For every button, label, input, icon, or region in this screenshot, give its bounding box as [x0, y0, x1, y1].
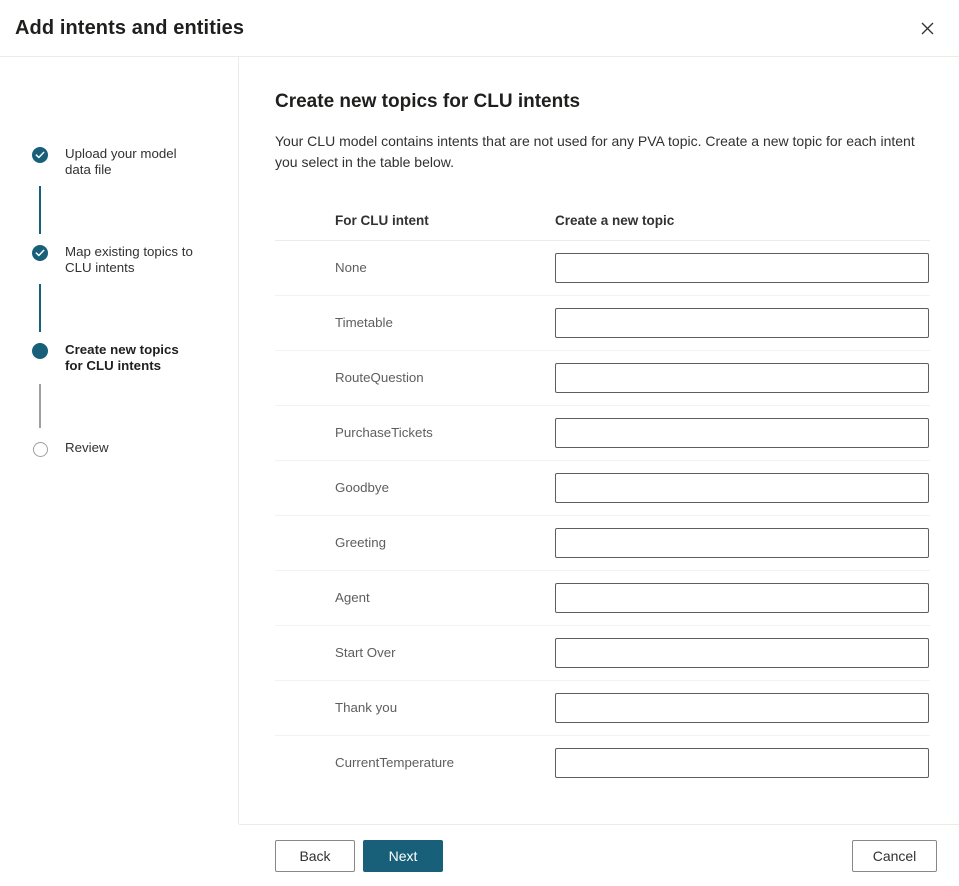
intent-name-cell: Thank you	[275, 680, 555, 735]
close-icon	[921, 22, 934, 35]
new-topic-cell	[555, 405, 930, 460]
intent-name-cell: Goodbye	[275, 460, 555, 515]
stepper-connector-3	[39, 384, 41, 428]
intent-name-cell: None	[275, 240, 555, 295]
dialog-header: Add intents and entities	[0, 0, 959, 57]
intents-table-head: For CLU intent Create a new topic	[275, 213, 930, 241]
new-topic-input[interactable]	[555, 583, 929, 613]
new-topic-cell	[555, 460, 930, 515]
table-header-row: For CLU intent Create a new topic	[275, 213, 930, 241]
empty-circle-icon	[31, 440, 49, 458]
table-row: Thank you	[275, 680, 930, 735]
table-row: Agent	[275, 570, 930, 625]
new-topic-cell	[555, 625, 930, 680]
table-row: Timetable	[275, 295, 930, 350]
intent-name-cell: RouteQuestion	[275, 350, 555, 405]
table-row: Greeting	[275, 515, 930, 570]
intents-table: For CLU intent Create a new topic None	[275, 213, 930, 791]
table-row: CurrentTemperature	[275, 735, 930, 790]
stepper-item-label: Review	[49, 439, 109, 456]
column-header-for-clu-intent: For CLU intent	[275, 213, 555, 241]
stepper-connector-1	[39, 186, 41, 234]
intents-table-body: None Timetable RouteQuesti	[275, 240, 930, 790]
back-button[interactable]: Back	[275, 840, 355, 872]
add-intents-entities-dialog: Add intents and entities Uplo	[0, 0, 959, 886]
new-topic-input[interactable]	[555, 528, 929, 558]
stepper-item-map-existing-topics[interactable]: Map existing topics to CLU intents	[0, 243, 238, 275]
close-button[interactable]	[905, 6, 949, 50]
intent-name-cell: Start Over	[275, 625, 555, 680]
dialog-body: Upload your model data file Map existing…	[0, 57, 959, 824]
column-header-create-a-new-topic: Create a new topic	[555, 213, 930, 241]
stepper-item-label: Upload your model data file	[49, 145, 199, 177]
intent-name-cell: CurrentTemperature	[275, 735, 555, 790]
intent-name-cell: Timetable	[275, 295, 555, 350]
intent-name-cell: Agent	[275, 570, 555, 625]
new-topic-cell	[555, 295, 930, 350]
intent-name-cell: Greeting	[275, 515, 555, 570]
new-topic-input[interactable]	[555, 253, 929, 283]
intent-name-cell: PurchaseTickets	[275, 405, 555, 460]
new-topic-cell	[555, 350, 930, 405]
new-topic-input[interactable]	[555, 693, 929, 723]
new-topic-input[interactable]	[555, 638, 929, 668]
new-topic-cell	[555, 680, 930, 735]
new-topic-cell	[555, 240, 930, 295]
progress-stepper: Upload your model data file Map existing…	[0, 57, 239, 824]
table-row: None	[275, 240, 930, 295]
new-topic-input[interactable]	[555, 308, 929, 338]
table-row: Start Over	[275, 625, 930, 680]
new-topic-input[interactable]	[555, 418, 929, 448]
cancel-button[interactable]: Cancel	[852, 840, 937, 872]
check-circle-icon	[31, 244, 49, 262]
new-topic-cell	[555, 515, 930, 570]
table-row: Goodbye	[275, 460, 930, 515]
page-title: Create new topics for CLU intents	[275, 90, 937, 115]
stepper-connector-2	[39, 284, 41, 332]
stepper-item-review[interactable]: Review	[0, 439, 238, 458]
stepper-item-label: Map existing topics to CLU intents	[49, 243, 199, 275]
new-topic-input[interactable]	[555, 363, 929, 393]
check-circle-icon	[31, 146, 49, 164]
table-row: RouteQuestion	[275, 350, 930, 405]
table-row: PurchaseTickets	[275, 405, 930, 460]
stepper-item-upload-model-data-file[interactable]: Upload your model data file	[0, 145, 238, 177]
dialog-title: Add intents and entities	[0, 16, 244, 40]
next-button[interactable]: Next	[363, 840, 443, 872]
stepper-item-label: Create new topics for CLU intents	[49, 341, 199, 373]
filled-circle-icon	[31, 342, 49, 360]
dialog-footer: Back Next Cancel	[239, 824, 959, 886]
page-description: Your CLU model contains intents that are…	[275, 131, 937, 173]
content-scroll-area: Create new topics for CLU intents Your C…	[239, 57, 959, 824]
stepper-item-create-new-topics[interactable]: Create new topics for CLU intents	[0, 341, 238, 373]
new-topic-input[interactable]	[555, 748, 929, 778]
new-topic-cell	[555, 570, 930, 625]
main-content: Create new topics for CLU intents Your C…	[239, 57, 959, 824]
new-topic-input[interactable]	[555, 473, 929, 503]
new-topic-cell	[555, 735, 930, 790]
